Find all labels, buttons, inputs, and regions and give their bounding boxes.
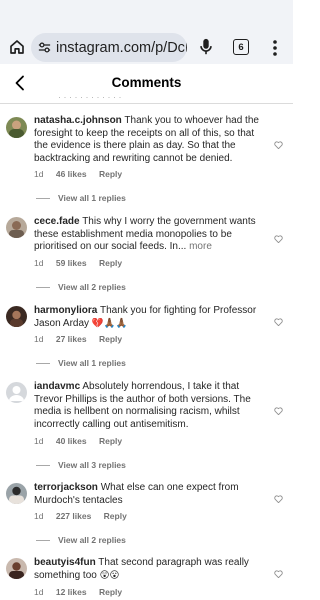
comment-time: 1d <box>34 587 44 597</box>
replies-divider <box>36 539 50 541</box>
reply-button[interactable]: Reply <box>99 169 122 179</box>
site-settings-icon[interactable] <box>37 40 52 56</box>
tab-switcher-button[interactable]: 6 <box>233 39 249 55</box>
comment-time: 1d <box>34 169 44 179</box>
comment-text: terrorjackson What else can one expect f… <box>34 482 266 507</box>
comment-meta: 1d 12 likes Reply <box>34 587 132 597</box>
view-replies-button[interactable]: View all 1 replies <box>36 193 126 203</box>
replies-divider <box>36 197 50 199</box>
view-replies-button[interactable]: View all 3 replies <box>36 460 126 470</box>
avatar[interactable] <box>6 306 27 327</box>
comment-emojis: 💔🙏🏾🙏🏾 <box>91 317 128 329</box>
comment-likes[interactable]: 12 likes <box>56 587 87 597</box>
comment-meta: 1d 227 likes Reply <box>34 511 137 521</box>
comment-text: natasha.c.johnson Thank you to whoever h… <box>34 115 266 165</box>
comments-header: Comments <box>0 64 293 104</box>
avatar[interactable] <box>6 382 27 403</box>
page-title: Comments <box>111 75 182 90</box>
comment-meta: 1d 46 likes Reply <box>34 169 132 179</box>
heart-icon[interactable] <box>273 494 283 504</box>
url-text: instagram.com/p/DcRSH <box>56 39 187 56</box>
view-replies-button[interactable]: View all 2 replies <box>36 282 126 292</box>
replies-divider <box>36 362 50 364</box>
reply-button[interactable]: Reply <box>99 258 122 268</box>
comment-time: 1d <box>34 436 44 446</box>
view-replies-button[interactable]: View all 1 replies <box>36 358 126 368</box>
comment-likes[interactable]: 227 likes <box>56 511 91 521</box>
reply-button[interactable]: Reply <box>99 334 122 344</box>
avatar[interactable] <box>6 117 27 138</box>
view-replies-label: View all 1 replies <box>58 358 126 368</box>
comment-likes[interactable]: 40 likes <box>56 436 87 446</box>
comment-text: beautyis4fun That second paragraph was r… <box>34 557 266 582</box>
comment-likes[interactable]: 27 likes <box>56 334 87 344</box>
avatar[interactable] <box>6 483 27 504</box>
browser-toolbar: instagram.com/p/DcRSH 6 <box>0 0 293 64</box>
comment-username[interactable]: terrorjackson <box>34 482 98 493</box>
comment-likes[interactable]: 59 likes <box>56 258 87 268</box>
view-replies-label: View all 2 replies <box>58 282 126 292</box>
view-replies-label: View all 3 replies <box>58 460 126 470</box>
reply-button[interactable]: Reply <box>104 511 127 521</box>
replies-divider <box>36 464 50 466</box>
more-vert-icon[interactable] <box>267 37 283 59</box>
view-replies-label: View all 1 replies <box>58 193 126 203</box>
heart-icon[interactable] <box>273 406 283 416</box>
heart-icon[interactable] <box>273 234 283 244</box>
view-replies-label: View all 2 replies <box>58 535 126 545</box>
comment-time: 1d <box>34 258 44 268</box>
avatar[interactable] <box>6 558 27 579</box>
comment-likes[interactable]: 46 likes <box>56 169 87 179</box>
comment-emojis: 😲😮 <box>99 569 120 581</box>
comment-meta: 1d 27 likes Reply <box>34 334 132 344</box>
comment-text: iandavmc Absolutely horrendous, I take i… <box>34 381 266 431</box>
comment-username[interactable]: natasha.c.johnson <box>34 115 122 126</box>
microphone-icon[interactable] <box>196 36 216 58</box>
comment-username[interactable]: beautyis4fun <box>34 557 96 568</box>
heart-icon[interactable] <box>273 317 283 327</box>
reply-button[interactable]: Reply <box>99 587 122 597</box>
comment-meta: 1d 59 likes Reply <box>34 258 132 268</box>
comment-text: harmonyliora Thank you for fighting for … <box>34 305 266 330</box>
comment-username[interactable]: harmonyliora <box>34 305 97 316</box>
comment-text: cece.fade This why I worry the governmen… <box>34 216 266 254</box>
comment-time: 1d <box>34 511 44 521</box>
heart-icon[interactable] <box>273 140 283 150</box>
status-bar <box>0 0 293 28</box>
comment-time: 1d <box>34 334 44 344</box>
heart-icon[interactable] <box>273 569 283 579</box>
reply-button[interactable]: Reply <box>99 436 122 446</box>
address-bar[interactable]: instagram.com/p/DcRSH <box>31 33 187 62</box>
comment-meta: 1d 40 likes Reply <box>34 436 132 446</box>
view-replies-button[interactable]: View all 2 replies <box>36 535 126 545</box>
avatar[interactable] <box>6 217 27 238</box>
comment-username[interactable]: iandavmc <box>34 381 80 392</box>
more-link[interactable]: more <box>189 241 212 252</box>
home-icon[interactable] <box>6 36 28 58</box>
comment-username[interactable]: cece.fade <box>34 216 80 227</box>
faded-previous-comment: · · · · · · · · · · · · <box>58 92 122 102</box>
replies-divider <box>36 286 50 288</box>
